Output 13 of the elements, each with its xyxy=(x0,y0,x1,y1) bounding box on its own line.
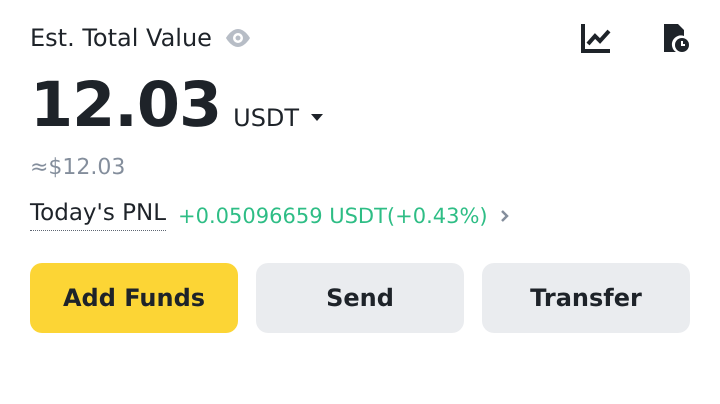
action-button[interactable]: Send xyxy=(256,263,464,333)
fiat-value: ≈$12.03 xyxy=(30,155,126,180)
balance-amount: 12.03 xyxy=(30,68,222,141)
action-button[interactable]: Transfer xyxy=(482,263,690,333)
chevron-right-icon[interactable] xyxy=(500,208,510,222)
line-chart-icon[interactable] xyxy=(580,22,612,54)
document-clock-icon[interactable] xyxy=(662,22,690,54)
pnl-label[interactable]: Today's PNL xyxy=(30,200,166,231)
pnl-value: +0.05096659 USDT(+0.43%) xyxy=(178,204,488,228)
caret-icon xyxy=(311,114,324,122)
currency-selector[interactable]: USDT xyxy=(233,104,324,132)
total-value-label: Est. Total Value xyxy=(30,24,212,52)
add-funds-button[interactable]: Add Funds xyxy=(30,263,238,333)
